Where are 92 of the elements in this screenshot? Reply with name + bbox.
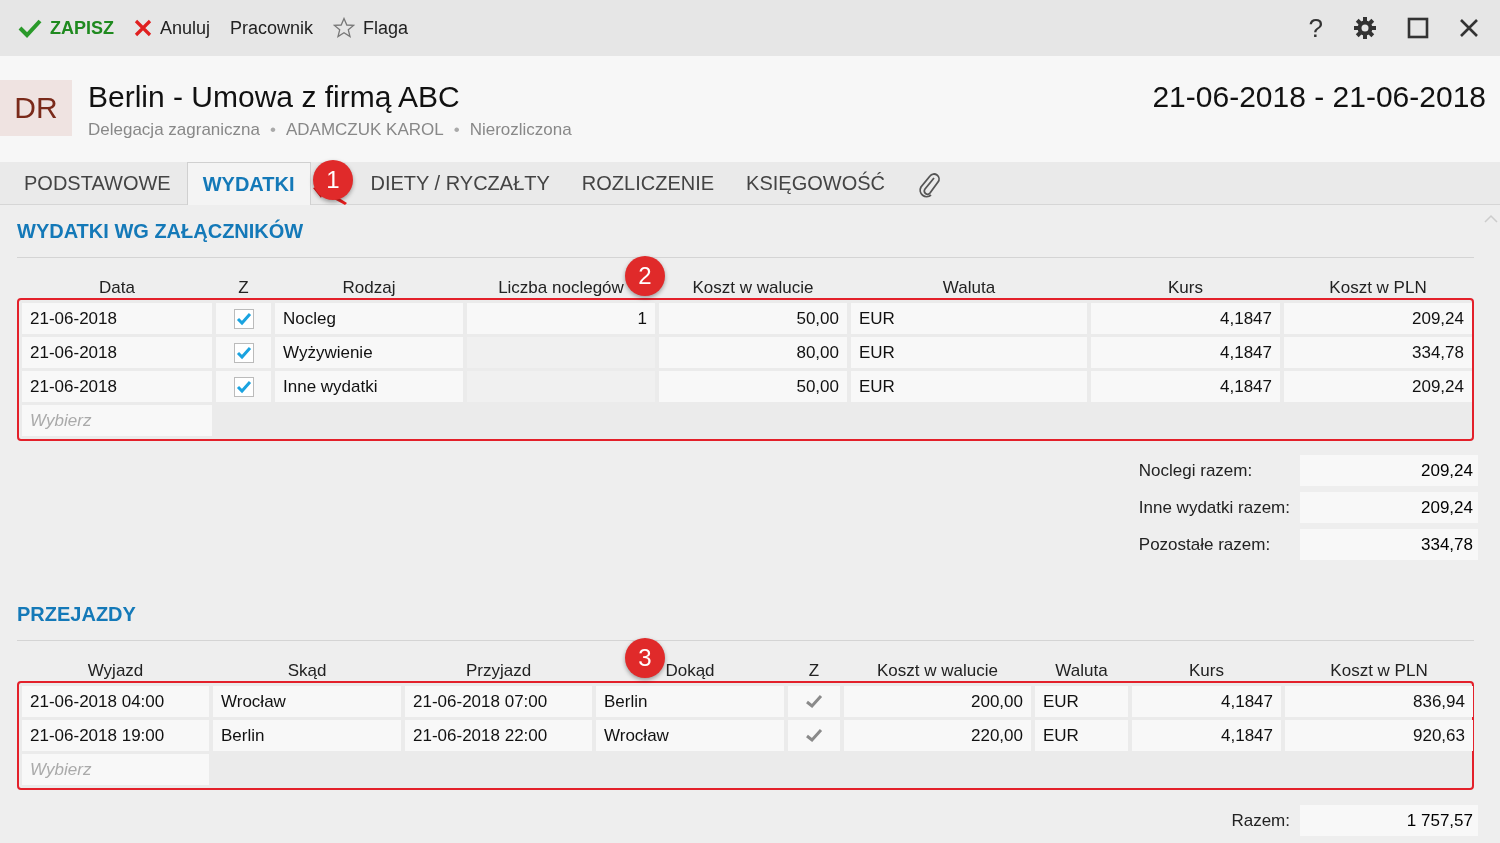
picker-field[interactable]: Wybierz [22, 405, 212, 436]
column-header: Waluta [1054, 661, 1109, 681]
total-label: Inne wydatki razem: [1138, 497, 1290, 518]
total-value: 1 757,57 [1300, 805, 1478, 836]
callout-badge: 2 [625, 256, 665, 296]
column-header: Z [237, 278, 250, 298]
table-cell: EUR [1035, 686, 1128, 717]
total-label: Pozostałe razem: [1138, 534, 1272, 555]
table-cell: 50,00 [659, 303, 847, 334]
table-cell: Berlin [596, 686, 784, 717]
star-icon [333, 17, 356, 39]
checkbox[interactable] [233, 376, 254, 397]
separator-dot: • [453, 120, 460, 140]
table-cell: 200,00 [844, 686, 1031, 717]
table-cell: 209,24 [1284, 303, 1472, 334]
table-cell: 21-06-2018 [22, 303, 212, 334]
tab[interactable]: WYDATKI [186, 162, 311, 205]
table-cell: 920,63 [1285, 720, 1473, 751]
picker-field[interactable]: Wybierz [22, 754, 209, 785]
tab[interactable]: DIETY / RYCZAŁTY [354, 162, 566, 204]
cancel-button[interactable]: Anuluj [126, 11, 219, 45]
table-cell: 836,94 [1285, 686, 1473, 717]
table-cell: 4,1847 [1132, 720, 1281, 751]
table-cell: Wrocław [596, 720, 784, 751]
help-button[interactable]: ? [1295, 6, 1336, 50]
column-header: Wyjazd [86, 661, 145, 681]
table-cell: 334,78 [1284, 337, 1472, 368]
table-cell: 21-06-2018 07:00 [405, 686, 592, 717]
column-header: Koszt w walucie [876, 661, 999, 681]
avatar-initials: DR [0, 80, 72, 136]
table-cell: EUR [851, 303, 1087, 334]
column-header: Dokąd [664, 661, 716, 681]
close-icon [134, 19, 152, 37]
total-value: 209,24 [1300, 455, 1478, 486]
table-cell: 80,00 [659, 337, 847, 368]
table-cell: EUR [1035, 720, 1128, 751]
table-cell: 220,00 [844, 720, 1031, 751]
table-cell: EUR [851, 371, 1087, 402]
table-cell: 50,00 [659, 371, 847, 402]
table-cell: 4,1847 [1132, 686, 1281, 717]
table-cell: 4,1847 [1091, 303, 1280, 334]
table-cell: 209,24 [1284, 371, 1472, 402]
table-cell: Nocleg [275, 303, 463, 334]
column-header: Data [98, 278, 136, 298]
save-button[interactable]: ZAPISZ [10, 11, 122, 45]
table-cell: Wyżywienie [275, 337, 463, 368]
column-header: Koszt w walucie [691, 278, 815, 298]
check-icon [18, 18, 42, 38]
column-header: Liczba noclegów [497, 278, 625, 298]
table-cell: 1 [467, 303, 655, 334]
column-header: Rodzaj [341, 278, 397, 298]
checkbox[interactable] [233, 308, 254, 329]
column-header: Koszt w PLN [1328, 278, 1428, 298]
column-header: Kurs [1188, 661, 1225, 681]
table-cell: 4,1847 [1091, 371, 1280, 402]
table-cell: 21-06-2018 [22, 337, 212, 368]
header-meta-text: ADAMCZUK KAROL [285, 120, 444, 140]
callout-badge: 3 [625, 638, 665, 678]
table-cell: 21-06-2018 04:00 [22, 686, 209, 717]
table-cell: Berlin [213, 720, 401, 751]
column-header: Skąd [286, 661, 328, 681]
section-title: WYDATKI WG ZAŁĄCZNIKÓW [17, 205, 1474, 258]
tab[interactable]: ROZLICZENIE [565, 162, 731, 204]
header-meta-text: Nierozliczona [469, 120, 572, 140]
total-value: 334,78 [1300, 529, 1478, 560]
separator-dot: • [270, 120, 276, 140]
table-cell: EUR [851, 337, 1087, 368]
table-cell: 21-06-2018 19:00 [22, 720, 209, 751]
total-label: Razem: [1231, 810, 1290, 831]
tab[interactable]: KSIĘGOWOŚĆ [730, 162, 901, 204]
column-header: Przyjazd [464, 661, 533, 681]
document-title: Berlin - Umowa z firmą ABC [88, 80, 461, 114]
maximize-icon [1407, 17, 1429, 39]
flag-button[interactable]: Flaga [325, 11, 417, 45]
table-cell: Wrocław [213, 686, 401, 717]
header-meta-text: Delegacja zagraniczna [88, 120, 260, 140]
table-cell: 21-06-2018 [22, 371, 212, 402]
table-cell: 21-06-2018 22:00 [405, 720, 592, 751]
column-header: Kurs [1167, 278, 1204, 298]
checkbox[interactable] [233, 342, 254, 363]
column-header: Waluta [941, 278, 997, 298]
total-value: 209,24 [1300, 492, 1478, 523]
table-cell: Inne wydatki [275, 371, 463, 402]
tab[interactable]: PODSTAWOWE [8, 162, 187, 204]
close-icon [1459, 18, 1479, 38]
column-header: Koszt w PLN [1329, 661, 1429, 681]
column-header: Z [807, 661, 821, 681]
date-range: 21-06-2018 - 21-06-2018 [1152, 80, 1487, 115]
employee-button[interactable]: Pracownik [222, 11, 322, 45]
section-title: PRZEJAZDY [17, 588, 1474, 641]
total-label: Noclegi razem: [1138, 460, 1254, 481]
table-cell: 4,1847 [1091, 337, 1280, 368]
